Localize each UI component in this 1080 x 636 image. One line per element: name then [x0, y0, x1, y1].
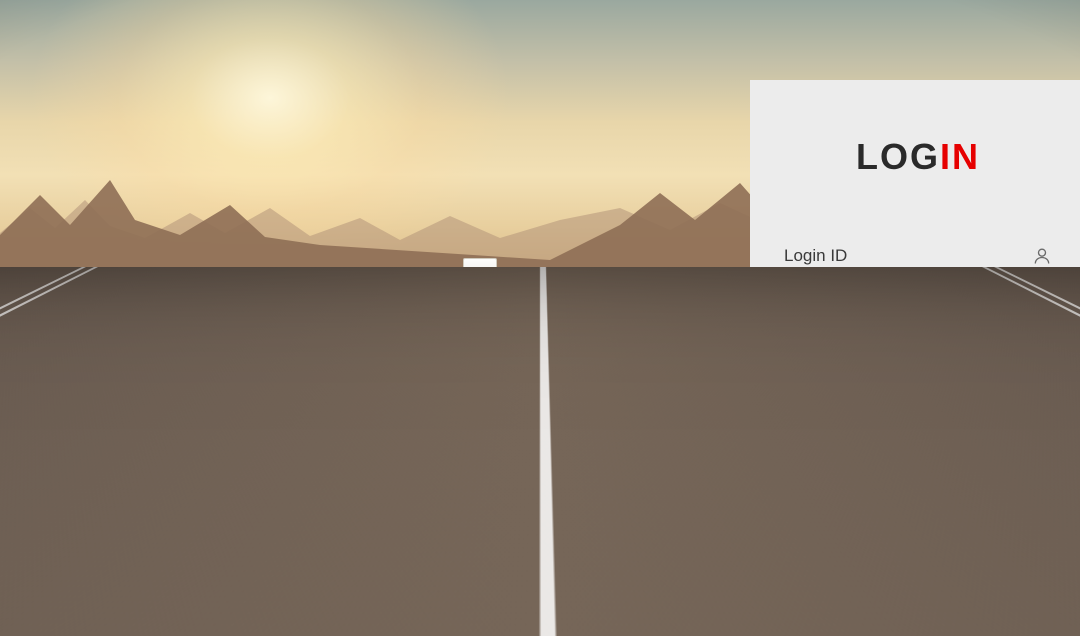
hero-text-block: ANAGE YOUR FREIGHT provide a unified and … — [0, 303, 560, 430]
password-field[interactable]: Password — [784, 315, 1052, 356]
forgot-password-link[interactable]: Forgot password — [944, 373, 1052, 389]
login-panel: LOGIN Login ID Password Forgot password … — [750, 80, 1080, 636]
login-title-part2: IN — [940, 136, 980, 177]
login-button[interactable]: Login — [843, 448, 993, 492]
truck-illustration — [459, 258, 501, 308]
hero-subtext: provide a unified and proactive way to i… — [0, 369, 560, 430]
hero-headline: ANAGE YOUR FREIGHT — [0, 303, 560, 345]
hero-headline-part2: YOUR FREIGHT — [166, 302, 486, 346]
hero-headline-part1: ANAGE — [0, 302, 152, 346]
login-id-field[interactable]: Login ID — [784, 240, 1052, 281]
forgot-password-row: Forgot password — [784, 372, 1052, 390]
login-title: LOGIN — [784, 136, 1052, 178]
login-title-part1: LOG — [856, 136, 940, 177]
